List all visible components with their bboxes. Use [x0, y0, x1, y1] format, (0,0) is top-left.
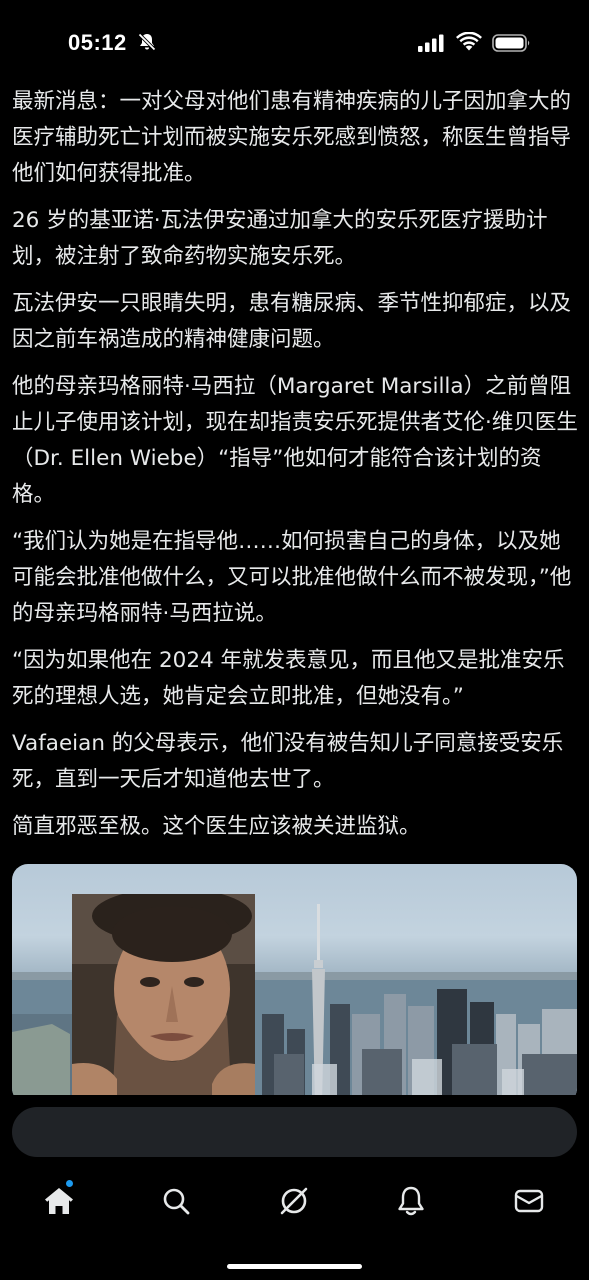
- post-paragraph: 简直邪恶至极。这个医生应该被关进监狱。: [12, 814, 421, 839]
- grok-icon: [280, 1187, 308, 1215]
- post-body: 最新消息：一对父母对他们患有精神疾病的儿子因加拿大的医疗辅助死亡计划而被实施安乐…: [12, 84, 578, 856]
- notifications-icon: [398, 1186, 424, 1216]
- tab-home[interactable]: [42, 1184, 76, 1218]
- post-paragraph: 最新消息：一对父母对他们患有精神疾病的儿子因加拿大的医疗辅助死亡计划而被实施安乐…: [12, 89, 572, 186]
- face-illustration-icon: [72, 894, 255, 1104]
- tab-messages[interactable]: [512, 1184, 546, 1218]
- reply-input[interactable]: [12, 1107, 577, 1157]
- post-paragraph: “我们认为她是在指导他……如何损害自己的身体，以及她可能会批准他做什么，又可以批…: [12, 529, 572, 626]
- status-time: 05:12: [68, 30, 127, 55]
- post-paragraph: 26 岁的基亚诺·瓦法伊安通过加拿大的安乐死医疗援助计划，被注射了致命药物实施安…: [12, 208, 548, 269]
- cellular-signal-icon: [418, 34, 444, 52]
- post-media-image[interactable]: [12, 864, 577, 1104]
- battery-icon: [492, 34, 530, 52]
- status-bar: 05:12: [0, 0, 589, 80]
- home-indicator[interactable]: [227, 1264, 362, 1269]
- bell-slash-icon: [138, 33, 156, 51]
- home-icon: [45, 1188, 73, 1214]
- bottom-tab-bar: [0, 1170, 589, 1234]
- post-paragraph: 瓦法伊安一只眼睛失明，患有糖尿病、季节性抑郁症，以及因之前车祸造成的精神健康问题…: [12, 291, 572, 352]
- home-unread-dot: [66, 1180, 73, 1187]
- tab-search[interactable]: [159, 1184, 193, 1218]
- post-paragraph: 他的母亲玛格丽特·马西拉（Margaret Marsilla）之前曾阻止儿子使用…: [12, 374, 578, 507]
- search-icon: [163, 1188, 190, 1215]
- wifi-icon: [456, 32, 482, 51]
- messages-icon: [514, 1189, 544, 1213]
- tab-notifications[interactable]: [394, 1184, 428, 1218]
- tab-grok[interactable]: [277, 1184, 311, 1218]
- post-paragraph: Vafaeian 的父母表示，他们没有被告知儿子同意接受安乐死，直到一天后才知道…: [12, 731, 564, 792]
- post-paragraph: “因为如果他在 2024 年就发表意见，而且他又是批准安乐死的理想人选，她肯定会…: [12, 648, 565, 709]
- person-portrait-image: [72, 894, 255, 1104]
